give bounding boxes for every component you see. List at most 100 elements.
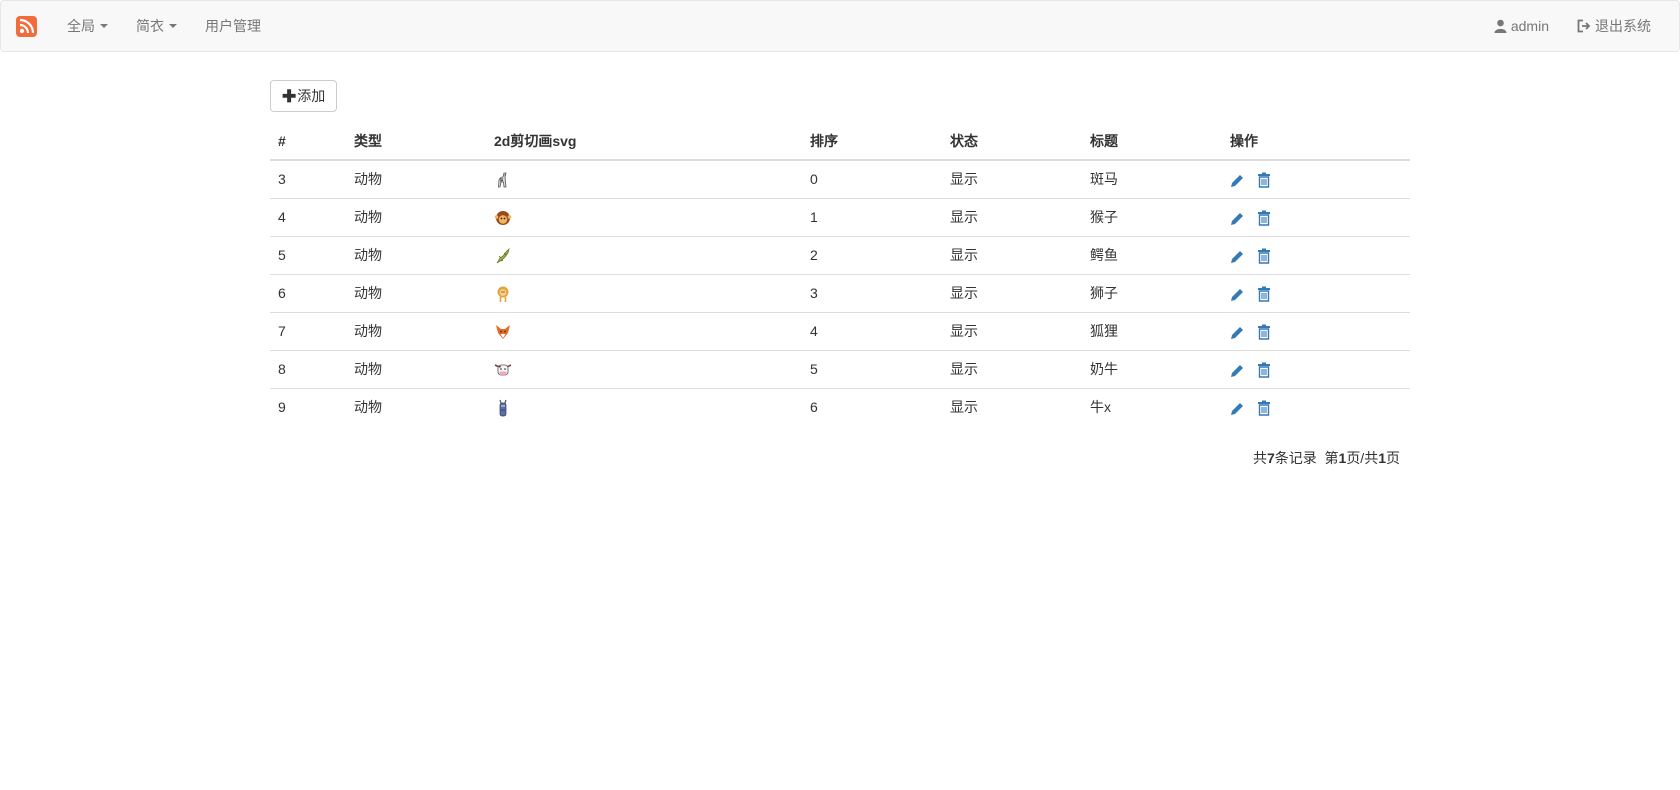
cell-title: 狮子 [1082,274,1222,313]
column-header-actions: 操作 [1222,122,1410,161]
lion-icon [494,285,512,303]
rss-logo-icon[interactable] [16,16,37,37]
cell-status: 显示 [942,236,1082,275]
cell-status: 显示 [942,312,1082,351]
caret-down-icon [169,24,177,28]
clipart-table: # 类型 2d剪切画svg 排序 状态 标题 操作 3 动物 0 显示 斑马 4… [270,122,1410,426]
pager-page-prefix: 第 [1324,450,1339,466]
pager-total-suffix: 条记录 [1274,450,1317,466]
column-header-type: 类型 [346,122,486,161]
cell-id: 5 [270,236,346,275]
trash-icon[interactable] [1257,362,1271,378]
cell-type: 动物 [346,198,486,237]
cell-type: 动物 [346,350,486,389]
nav-item-user-management[interactable]: 用户管理 [191,1,275,51]
cow-icon [494,361,512,379]
cell-order: 2 [802,236,942,275]
nav-right: admin 退出系统 [1480,1,1665,51]
pencil-icon[interactable] [1230,363,1245,378]
cell-status: 显示 [942,198,1082,237]
table-row: 5 动物 2 显示 鳄鱼 [270,236,1410,275]
logout-icon [1577,19,1591,33]
cell-title: 奶牛 [1082,350,1222,389]
cell-id: 6 [270,274,346,313]
pager-page-middle: 页/共 [1346,450,1379,466]
nav-item-jianyi[interactable]: 简衣 [122,1,191,51]
nav-item-global[interactable]: 全局 [53,1,122,51]
user-name: admin [1510,18,1549,34]
cell-actions [1222,312,1410,351]
cell-svg [486,274,802,313]
cell-order: 0 [802,159,942,199]
nav-item-label: 全局 [67,18,95,34]
cell-id: 9 [270,388,346,426]
column-header-id: # [270,122,346,161]
caret-down-icon [100,24,108,28]
table-row: 4 动物 1 显示 猴子 [270,198,1410,237]
pencil-icon[interactable] [1230,325,1245,340]
cell-actions [1222,388,1410,426]
cell-svg [486,198,802,237]
pager-page-suffix: 页 [1386,450,1400,466]
cell-status: 显示 [942,350,1082,389]
table-row: 9 动物 6 显示 牛x [270,388,1410,426]
cell-order: 3 [802,274,942,313]
trash-icon[interactable] [1257,324,1271,340]
fox-icon [494,323,512,341]
trash-icon[interactable] [1257,248,1271,264]
crocodile-icon [494,247,512,265]
cell-status: 显示 [942,159,1082,199]
cell-id: 8 [270,350,346,389]
cell-id: 3 [270,159,346,199]
cell-actions [1222,198,1410,237]
cell-svg [486,159,802,199]
table-row: 7 动物 4 显示 狐狸 [270,312,1410,351]
table-header-row: # 类型 2d剪切画svg 排序 状态 标题 操作 [270,122,1410,161]
cell-id: 7 [270,312,346,351]
pencil-icon[interactable] [1230,401,1245,416]
cell-actions [1222,350,1410,389]
cell-type: 动物 [346,312,486,351]
pencil-icon[interactable] [1230,287,1245,302]
cell-status: 显示 [942,388,1082,426]
nav-menu: 全局 简衣 用户管理 [53,1,275,51]
add-button-label: 添加 [297,88,326,104]
column-header-svg: 2d剪切画svg [486,122,802,161]
pagination-info: 共7条记录 第1页/共1页 [1253,448,1400,468]
cell-id: 4 [270,198,346,237]
pager-total-count: 7 [1266,450,1275,466]
table-row: 3 动物 0 显示 斑马 [270,159,1410,199]
user-menu[interactable]: admin [1480,1,1563,51]
pencil-icon[interactable] [1230,173,1245,188]
cell-actions [1222,236,1410,275]
logout-label: 退出系统 [1595,18,1651,34]
table-row: 8 动物 5 显示 奶牛 [270,350,1410,389]
logout-button[interactable]: 退出系统 [1563,1,1665,51]
zebra-icon [494,171,512,189]
trash-icon[interactable] [1257,400,1271,416]
cell-svg [486,236,802,275]
cell-title: 狐狸 [1082,312,1222,351]
cell-actions [1222,159,1410,199]
pager-total-prefix: 共 [1252,450,1267,466]
cell-title: 猴子 [1082,198,1222,237]
cell-title: 斑马 [1082,159,1222,199]
pager-page-total: 1 [1378,450,1386,466]
nav-item-label: 用户管理 [205,18,261,34]
cell-type: 动物 [346,236,486,275]
cell-type: 动物 [346,388,486,426]
top-navbar: 全局 简衣 用户管理 admin 退出系统 [0,0,1680,52]
pencil-icon[interactable] [1230,211,1245,226]
cell-svg [486,312,802,351]
trash-icon[interactable] [1257,172,1271,188]
trash-icon[interactable] [1257,286,1271,302]
cell-type: 动物 [346,159,486,199]
pencil-icon[interactable] [1230,249,1245,264]
cell-order: 6 [802,388,942,426]
column-header-title: 标题 [1082,122,1222,161]
add-button[interactable]: ✚ 添加 [270,80,338,112]
cell-title: 牛x [1082,388,1222,426]
main-content: ✚ 添加 # 类型 2d剪切画svg 排序 状态 标题 操作 3 动物 0 显示… [270,80,1410,466]
trash-icon[interactable] [1257,210,1271,226]
cell-status: 显示 [942,274,1082,313]
